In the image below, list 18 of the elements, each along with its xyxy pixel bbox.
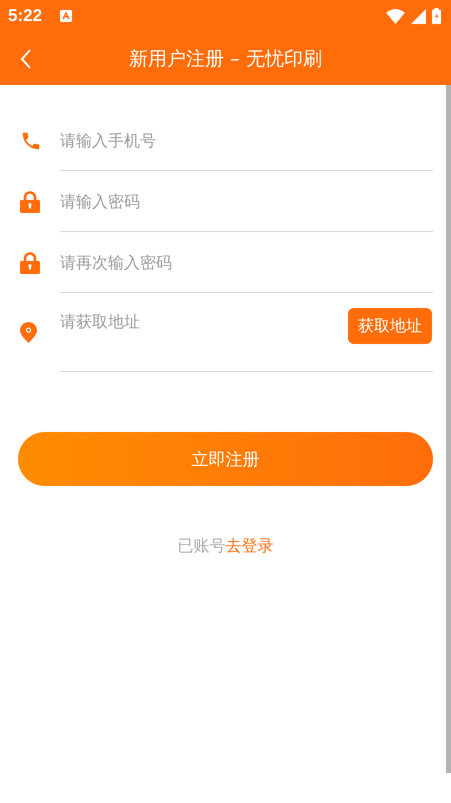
input-field[interactable]: 请输入密码 xyxy=(60,188,433,214)
get-address-button[interactable]: 获取地址 xyxy=(348,308,432,344)
login-link[interactable]: 去登录 xyxy=(226,536,274,555)
lock-icon xyxy=(20,252,40,274)
lock-icon xyxy=(20,190,40,212)
login-prompt: 已账号去登录 xyxy=(178,536,274,555)
register-button[interactable]: 立即注册 xyxy=(18,432,433,486)
notification-icon xyxy=(60,10,72,22)
battery-icon xyxy=(432,8,441,24)
input-field[interactable]: 请获取地址 xyxy=(60,308,348,335)
signal-icon xyxy=(411,8,426,24)
input-field[interactable]: 请再次输入密码 xyxy=(60,248,433,276)
status-time: 5:22 xyxy=(8,6,42,26)
wifi-icon xyxy=(386,8,405,24)
back-icon[interactable] xyxy=(20,48,32,70)
input-field[interactable]: 请输入手机号 xyxy=(60,126,433,154)
page-title: 新用户注册 – 无忧印刷 xyxy=(128,46,323,72)
location-pin-icon xyxy=(20,322,37,343)
